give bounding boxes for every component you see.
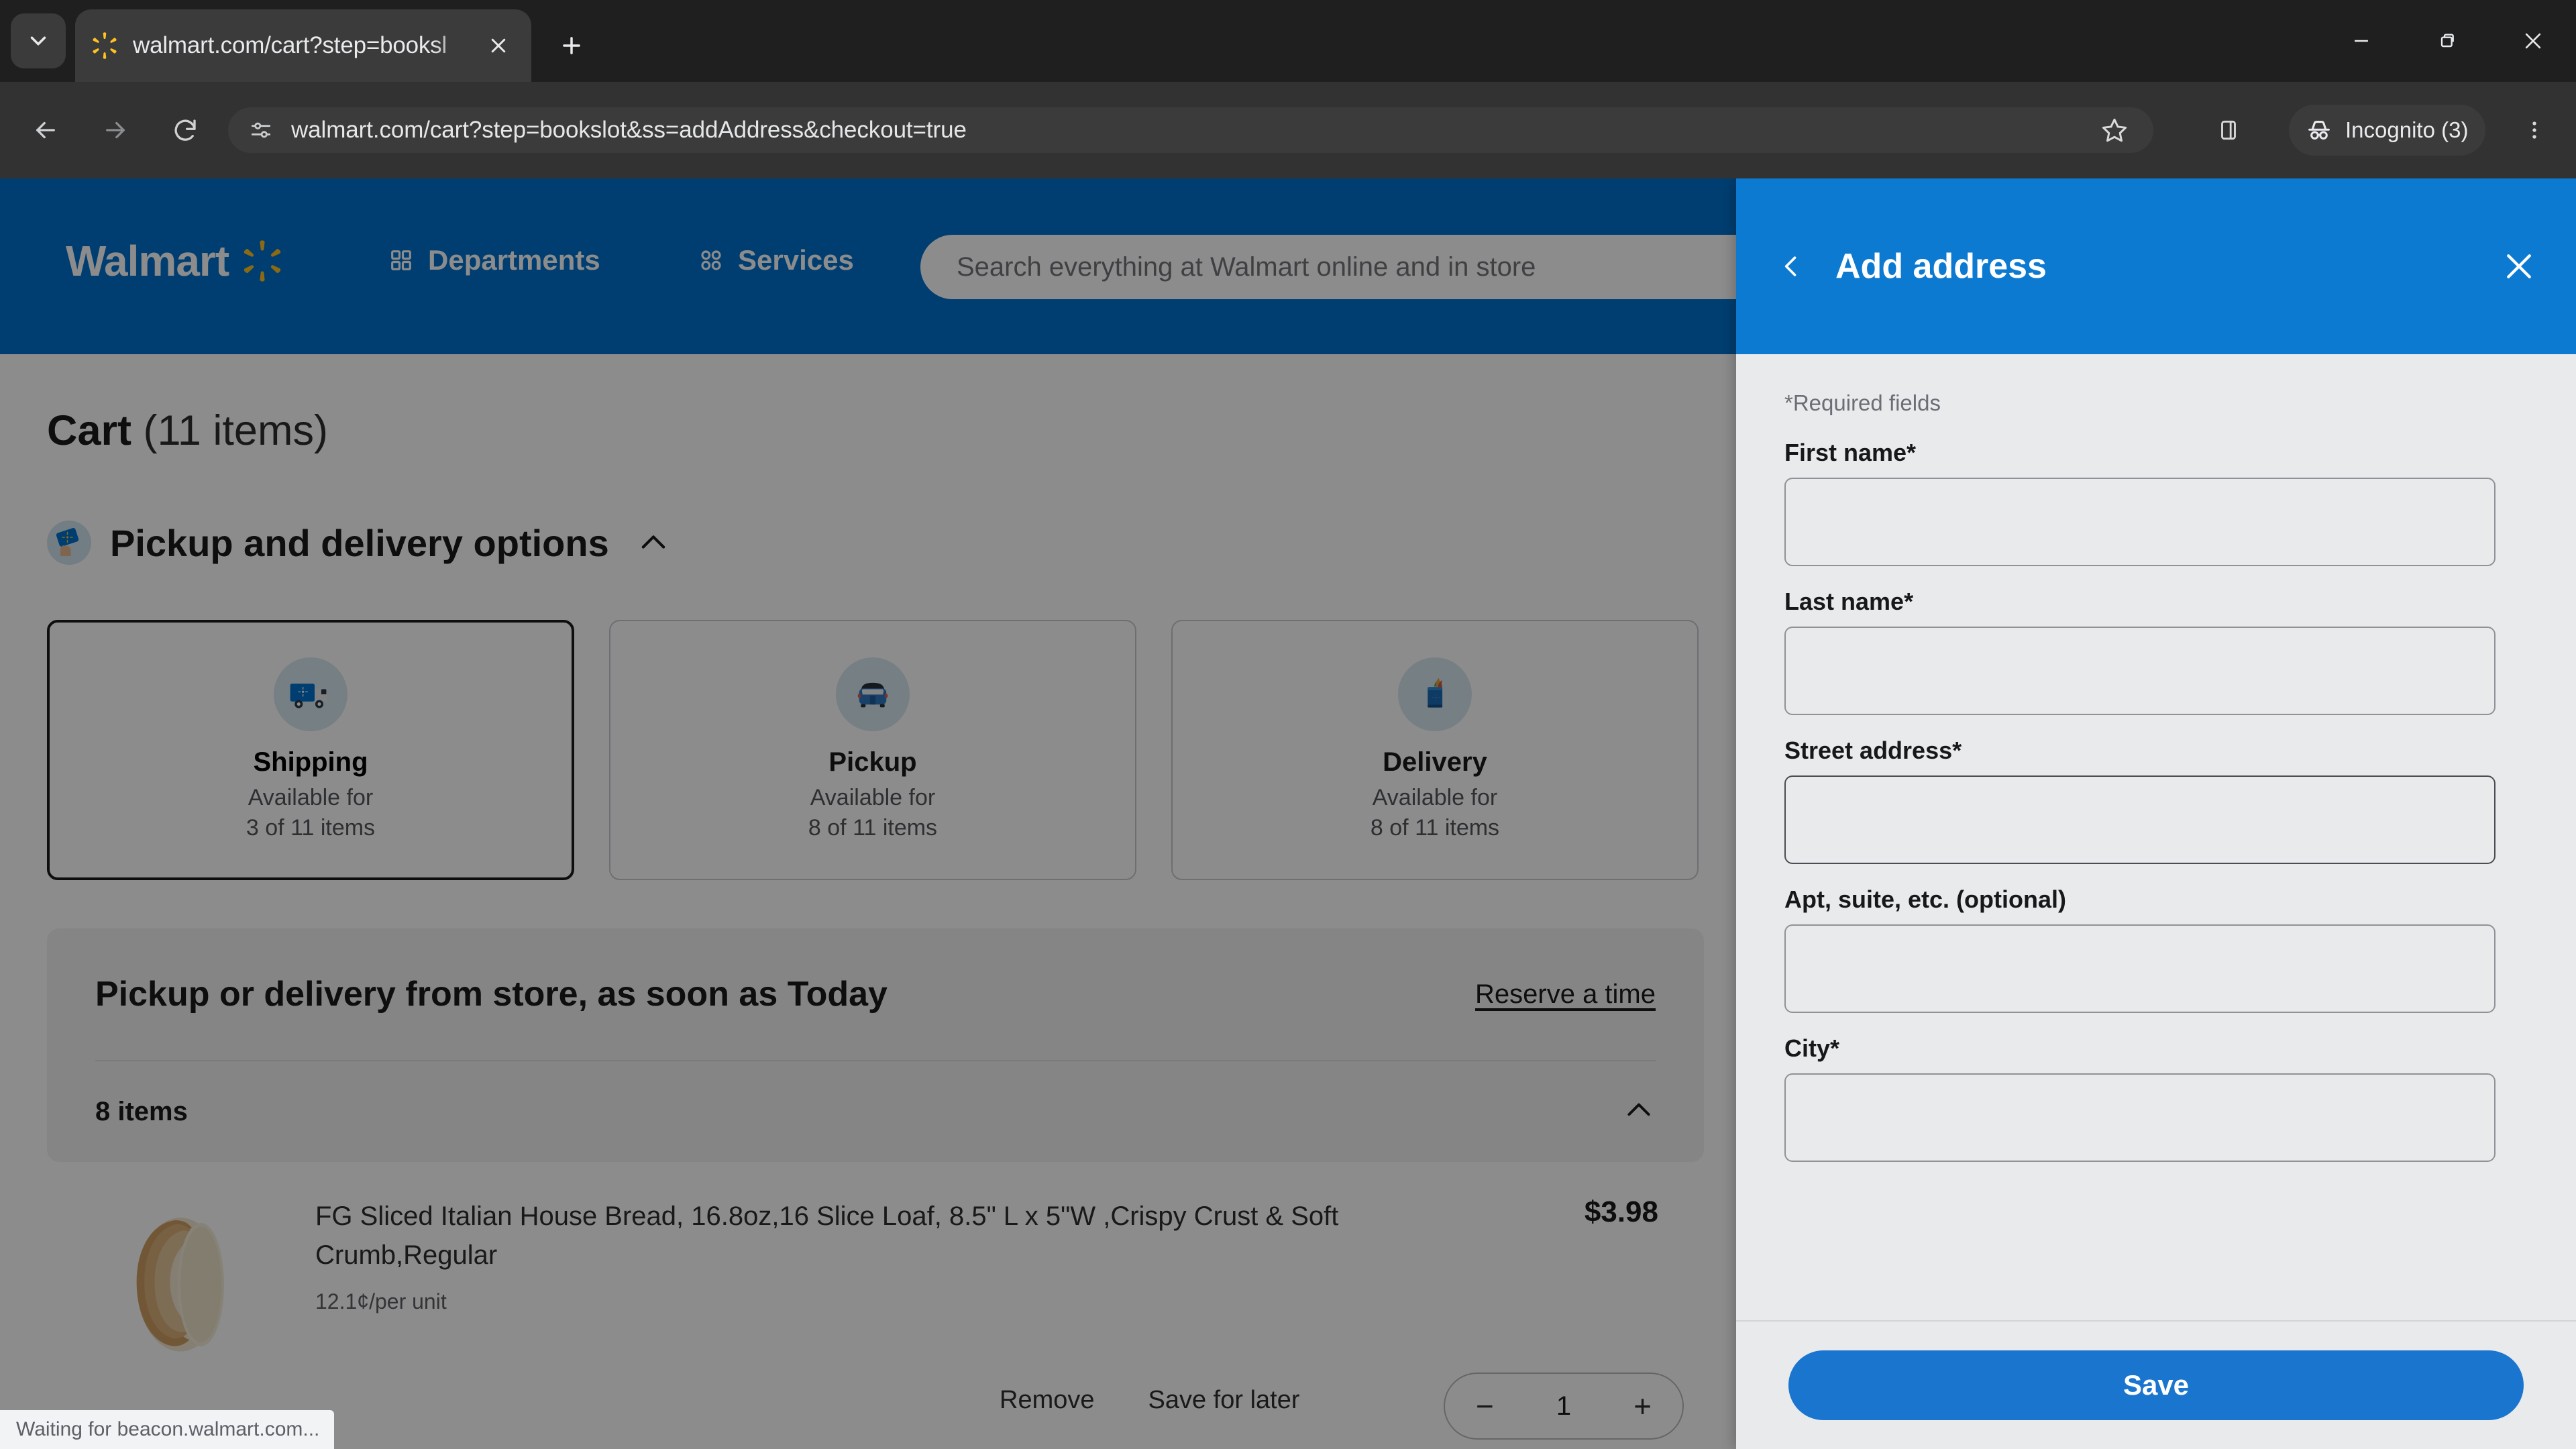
drawer-close-button[interactable] — [2498, 246, 2540, 287]
arrow-left-icon — [36, 121, 55, 139]
close-icon — [2525, 33, 2541, 49]
plus-icon — [563, 37, 580, 54]
city-label: City* — [1784, 1034, 1840, 1062]
first-name-label: First name* — [1784, 439, 1917, 466]
tab-title: walmart.com/cart?step=booksl — [133, 32, 447, 58]
browser-toolbar: walmart.com/cart?step=bookslot&ss=addAdd… — [0, 82, 2576, 178]
tab-strip: walmart.com/cart?step=booksl — [0, 0, 2576, 82]
new-tab-button[interactable] — [550, 24, 593, 67]
field-apt-suite: Apt, suite, etc. (optional) — [1784, 885, 2528, 1013]
field-street-address: Street address* — [1784, 737, 2528, 864]
drawer-header: Add address — [1736, 178, 2576, 354]
field-city: City* — [1784, 1034, 2528, 1162]
apt-suite-input[interactable] — [1784, 924, 2496, 1013]
last-name-label: Last name* — [1784, 588, 1914, 615]
save-button[interactable]: Save — [1788, 1350, 2524, 1420]
chevron-down-icon — [30, 36, 46, 46]
drawer-title: Add address — [1835, 247, 2047, 286]
star-icon — [2102, 118, 2127, 142]
address-bar[interactable]: walmart.com/cart?step=bookslot&ss=addAdd… — [228, 107, 2153, 153]
tab-search-button[interactable] — [11, 13, 66, 68]
incognito-hat-icon — [2308, 121, 2330, 140]
close-icon — [491, 38, 506, 53]
side-panel-icon — [2221, 120, 2236, 140]
first-name-input[interactable] — [1784, 478, 2496, 566]
side-panel-button[interactable] — [2207, 109, 2250, 152]
reload-icon — [174, 119, 196, 141]
incognito-indicator[interactable]: Incognito (3) — [2289, 105, 2486, 156]
browser-window: walmart.com/cart?step=booksl walmart.com… — [0, 0, 2576, 1449]
add-address-drawer: Add address *Required fields First name*… — [1736, 178, 2576, 1449]
window-maximize-button[interactable] — [2404, 0, 2490, 82]
address-form: *Required fields First name* Last name* … — [1736, 354, 2576, 1320]
reload-button[interactable] — [164, 109, 207, 152]
apt-suite-label: Apt, suite, etc. (optional) — [1784, 885, 2066, 913]
restore-icon — [2440, 34, 2454, 48]
page-viewport: Walmart Departments Services Search ever… — [0, 178, 2576, 1449]
chrome-menu-button[interactable] — [2513, 109, 2556, 152]
drawer-footer: Save — [1736, 1320, 2576, 1449]
browser-tab[interactable]: walmart.com/cart?step=booksl — [75, 9, 531, 82]
street-address-label: Street address* — [1784, 737, 1962, 764]
window-close-button[interactable] — [2490, 0, 2576, 82]
page-settings-icon[interactable] — [246, 115, 276, 146]
forward-button[interactable] — [94, 109, 137, 152]
chevron-left-icon — [1784, 256, 1796, 276]
required-fields-note: *Required fields — [1784, 390, 1941, 415]
tab-close-button[interactable] — [480, 28, 517, 64]
incognito-label: Incognito (3) — [2345, 117, 2469, 142]
arrow-right-icon — [106, 121, 125, 139]
back-button[interactable] — [24, 109, 67, 152]
field-last-name: Last name* — [1784, 588, 2528, 715]
street-address-input[interactable] — [1784, 775, 2496, 864]
last-name-input[interactable] — [1784, 627, 2496, 715]
city-input[interactable] — [1784, 1073, 2496, 1162]
status-bar: Waiting for beacon.walmart.com... — [0, 1410, 335, 1449]
walmart-spark-glyph — [93, 32, 117, 59]
drawer-back-button[interactable] — [1772, 248, 1810, 285]
window-minimize-button[interactable] — [2318, 0, 2404, 82]
kebab-menu-icon — [2532, 121, 2536, 139]
close-icon — [2507, 254, 2531, 278]
minimize-icon — [2355, 40, 2368, 42]
status-bar-text: Waiting for beacon.walmart.com... — [16, 1418, 320, 1440]
field-first-name: First name* — [1784, 439, 2528, 566]
bookmark-button[interactable] — [2093, 109, 2136, 152]
walmart-spark-icon — [90, 31, 119, 60]
page-settings-glyph — [251, 122, 271, 138]
address-bar-url: walmart.com/cart?step=bookslot&ss=addAdd… — [291, 117, 967, 143]
